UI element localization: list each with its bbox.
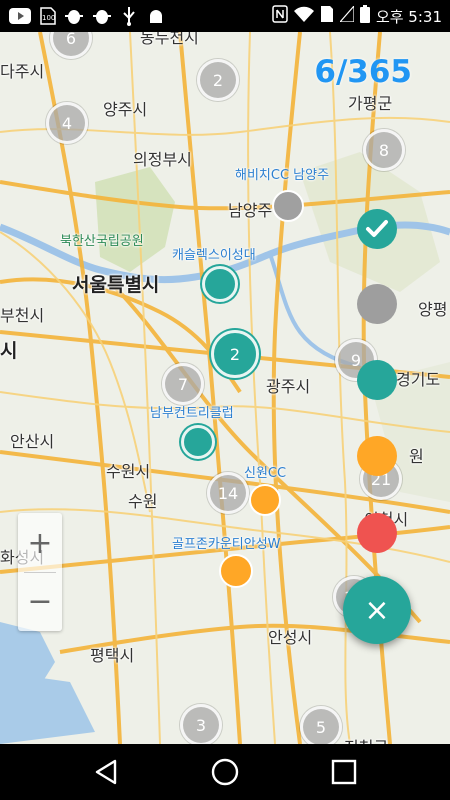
status-right: 오후 5:31 bbox=[272, 4, 442, 27]
status-bar: 100 오후 5:31 bbox=[0, 0, 450, 32]
android-bug-icon bbox=[92, 6, 112, 26]
filter-visited-marker[interactable] bbox=[357, 209, 397, 249]
progress-counter: 6/365 bbox=[314, 54, 412, 90]
place-label: 해비치CC 남양주 bbox=[235, 168, 330, 183]
marker-cluster[interactable]: 3 bbox=[180, 704, 222, 744]
signal-icon bbox=[338, 4, 355, 26]
place-label: 캐슬렉스이성대 bbox=[172, 248, 256, 263]
navigation-bar bbox=[0, 744, 450, 800]
marker-cluster[interactable]: 7 bbox=[162, 363, 204, 405]
place-label: 경기도 bbox=[396, 370, 441, 389]
recents-button[interactable] bbox=[327, 756, 361, 788]
app-screen: 동두천시 양주시 가평군 의정부시 해비치CC 남양주 남양주 북한산국립공원 … bbox=[0, 0, 450, 800]
place-label: 진천군 bbox=[344, 734, 388, 744]
place-label: 골프존카운티안성W bbox=[172, 537, 281, 552]
place-label: 수원시 bbox=[106, 462, 151, 481]
place-label: 동두천시 bbox=[140, 32, 199, 47]
youtube-icon bbox=[8, 6, 32, 26]
place-label: 양주시 bbox=[103, 100, 148, 119]
marker-cluster[interactable]: 14 bbox=[207, 472, 249, 514]
filter-red-marker[interactable] bbox=[357, 513, 397, 553]
home-button[interactable] bbox=[208, 756, 242, 788]
place-label: 수원 bbox=[128, 492, 158, 511]
battery-icon bbox=[359, 5, 370, 27]
marker-cluster[interactable]: 8 bbox=[363, 129, 405, 171]
marker-teal[interactable] bbox=[181, 425, 215, 459]
place-label: 북한산국립공원 bbox=[60, 234, 144, 249]
back-button[interactable] bbox=[90, 756, 124, 788]
zoom-controls: + − bbox=[18, 513, 62, 631]
clock: 오후 5:31 bbox=[375, 7, 442, 26]
place-label: 원 bbox=[409, 447, 424, 466]
marker-cluster[interactable]: 5 bbox=[300, 706, 342, 744]
filter-orange-marker[interactable] bbox=[357, 436, 397, 476]
place-label: 남부컨트리클럽 bbox=[150, 406, 234, 421]
usb-icon bbox=[120, 6, 138, 26]
marker-cluster-teal[interactable]: 2 bbox=[211, 330, 259, 378]
close-icon: × bbox=[364, 592, 390, 628]
marker-gray[interactable] bbox=[272, 190, 304, 222]
place-label: 안산시 bbox=[10, 432, 55, 451]
marker-orange[interactable] bbox=[249, 484, 281, 516]
place-label: 양평 bbox=[418, 300, 448, 319]
place-label: 남양주 bbox=[228, 201, 273, 220]
place-label: 의정부시 bbox=[133, 150, 192, 169]
back-icon bbox=[95, 759, 117, 785]
place-label: 다주시 bbox=[0, 62, 45, 81]
android-bug-icon bbox=[64, 6, 84, 26]
place-label: 부천시 bbox=[0, 306, 45, 325]
wifi-icon bbox=[293, 6, 314, 26]
android-bug-icon bbox=[146, 6, 166, 26]
place-label: 평택시 bbox=[90, 646, 135, 665]
zoom-in-button[interactable]: + bbox=[18, 515, 62, 571]
place-label: 가평군 bbox=[348, 94, 393, 113]
home-icon bbox=[211, 758, 239, 786]
filter-gray-marker[interactable] bbox=[357, 284, 397, 324]
place-label: 광주시 bbox=[266, 377, 311, 396]
place-label: 서울특별시 bbox=[72, 274, 160, 296]
marker-cluster[interactable]: 2 bbox=[197, 59, 239, 101]
svg-text:100: 100 bbox=[42, 14, 55, 22]
zoom-out-button[interactable]: − bbox=[18, 573, 62, 629]
place-label: 신원CC bbox=[244, 466, 287, 481]
marker-teal[interactable] bbox=[202, 266, 238, 302]
place-label: 시 bbox=[0, 340, 18, 362]
filter-teal-marker[interactable] bbox=[357, 360, 397, 400]
sd-100-icon: 100 bbox=[38, 6, 58, 26]
marker-cluster[interactable]: 4 bbox=[46, 102, 88, 144]
recents-icon bbox=[331, 759, 357, 785]
marker-orange[interactable] bbox=[219, 554, 253, 588]
fab-close-button[interactable]: × bbox=[343, 576, 411, 644]
nfc-icon bbox=[272, 5, 288, 27]
no-sim-icon bbox=[320, 5, 334, 27]
check-icon bbox=[366, 220, 388, 237]
place-label: 안성시 bbox=[268, 628, 313, 647]
